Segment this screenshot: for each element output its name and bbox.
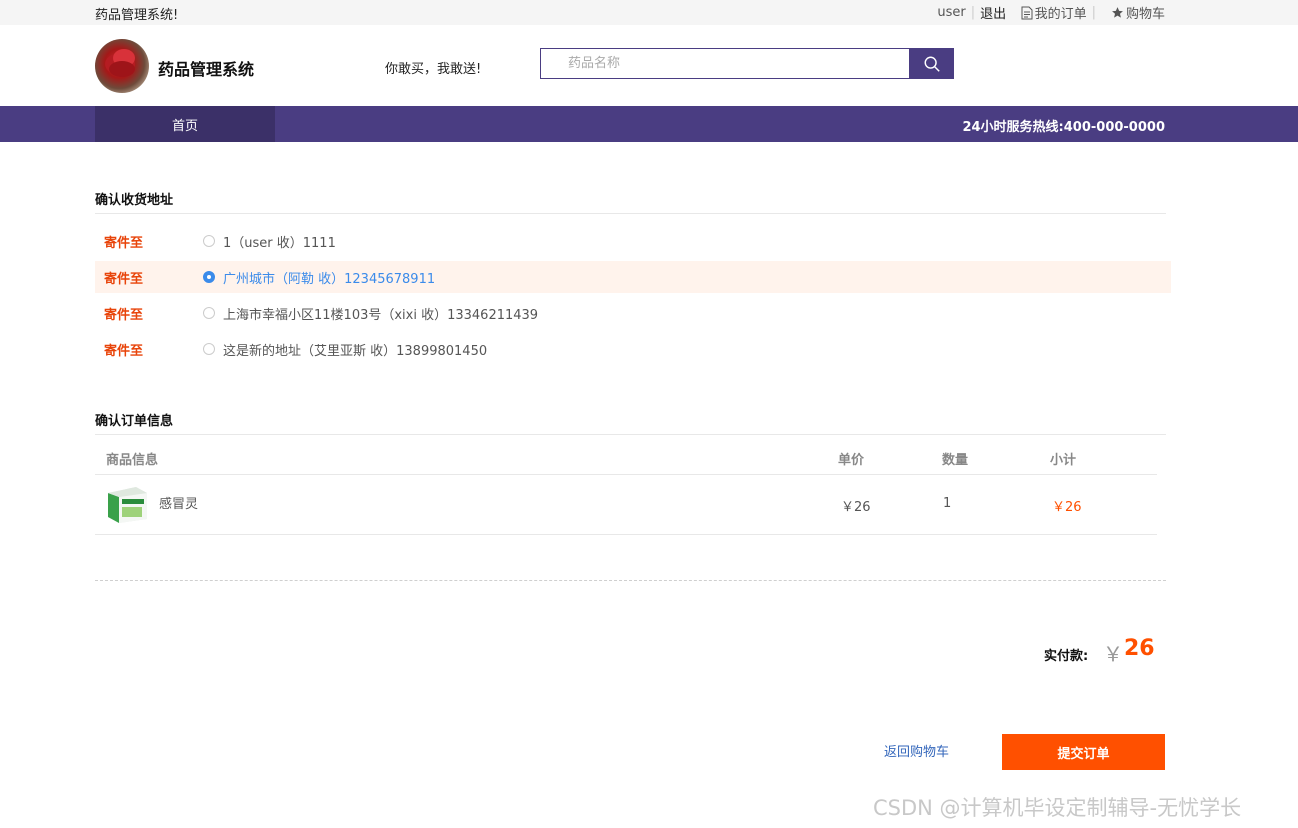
total-amount: 26 [1124,636,1155,661]
search-bar [540,48,954,79]
main-nav: 首页 24小时服务热线:400-000-0000 [0,106,1298,142]
search-button[interactable] [909,48,954,79]
divider [95,534,1157,535]
cart-label: 购物车 [1125,7,1165,22]
address-section-title: 确认收货地址 [95,193,174,208]
site-name: 药品管理系统! [95,8,179,23]
address-tag: 寄件至 [104,307,144,323]
divider [95,434,1166,435]
logo-image[interactable] [95,39,149,93]
service-hotline: 24小时服务热线:400-000-0000 [962,120,1165,135]
watermark: CSDN @计算机毕设定制辅导-无忧学长 [873,796,1242,820]
header-qty: 数量 [942,453,969,468]
header-product: 商品信息 [106,453,159,468]
site-title: 药品管理系统 [158,60,255,79]
nav-home[interactable]: 首页 [95,106,275,142]
address-text: 这是新的地址（艾里亚斯 收）13899801450 [223,343,488,359]
my-orders-label: 我的订单 [1034,7,1087,22]
document-icon [1021,6,1033,19]
header: 药品管理系统 你敢买，我敢送! [0,25,1298,106]
address-row[interactable]: 寄件至 广州城市（阿勒 收）12345678911 [95,261,1171,293]
product-qty: 1 [943,496,952,511]
divider [95,213,1166,214]
divider: | [970,5,976,20]
search-input[interactable] [540,48,909,79]
address-radio[interactable] [203,307,215,319]
address-tag: 寄件至 [104,271,144,287]
order-section-title: 确认订单信息 [95,414,174,429]
product-subtotal: ￥26 [1052,500,1082,515]
top-bar: 药品管理系统! user | 退出 | 我的订单 | 购物车 [0,0,1298,25]
address-text: 广州城市（阿勒 收）12345678911 [223,271,436,287]
address-row[interactable]: 寄件至 1（user 收）1111 [95,225,1171,257]
my-orders-link[interactable]: 我的订单 [1021,3,1087,22]
address-tag: 寄件至 [104,343,144,359]
address-radio[interactable] [203,235,215,247]
address-row[interactable]: 寄件至 这是新的地址（艾里亚斯 收）13899801450 [95,333,1171,365]
address-radio[interactable] [203,343,215,355]
logout-link[interactable]: 退出 [980,3,1006,22]
username-link[interactable]: user [937,5,965,20]
back-to-cart-link[interactable]: 返回购物车 [884,741,949,760]
address-row[interactable]: 寄件至 上海市幸福小区11楼103号（xixi 收）13346211439 [95,297,1171,329]
star-icon [1112,7,1123,18]
header-subtotal: 小计 [1050,453,1077,468]
search-icon [924,56,940,72]
header-price: 单价 [838,453,865,468]
total-label: 实付款: [1044,649,1089,664]
dashed-divider [95,580,1166,581]
product-name[interactable]: 感冒灵 [159,493,198,512]
slogan: 你敢买，我敢送! [385,62,482,77]
cart-link[interactable]: 购物车 [1111,3,1165,22]
divider [95,474,1157,475]
divider: | [1091,5,1096,20]
address-radio[interactable] [203,271,215,283]
submit-order-button[interactable]: 提交订单 [1002,734,1165,770]
product-price: ￥26 [841,500,871,515]
address-text: 上海市幸福小区11楼103号（xixi 收）13346211439 [223,307,539,323]
user-menu: user | 退出 | 我的订单 | 购物车 [937,3,1165,22]
address-text: 1（user 收）1111 [223,235,336,251]
address-tag: 寄件至 [104,235,144,251]
product-image[interactable] [106,485,149,523]
total-currency: ￥ [1103,642,1123,666]
